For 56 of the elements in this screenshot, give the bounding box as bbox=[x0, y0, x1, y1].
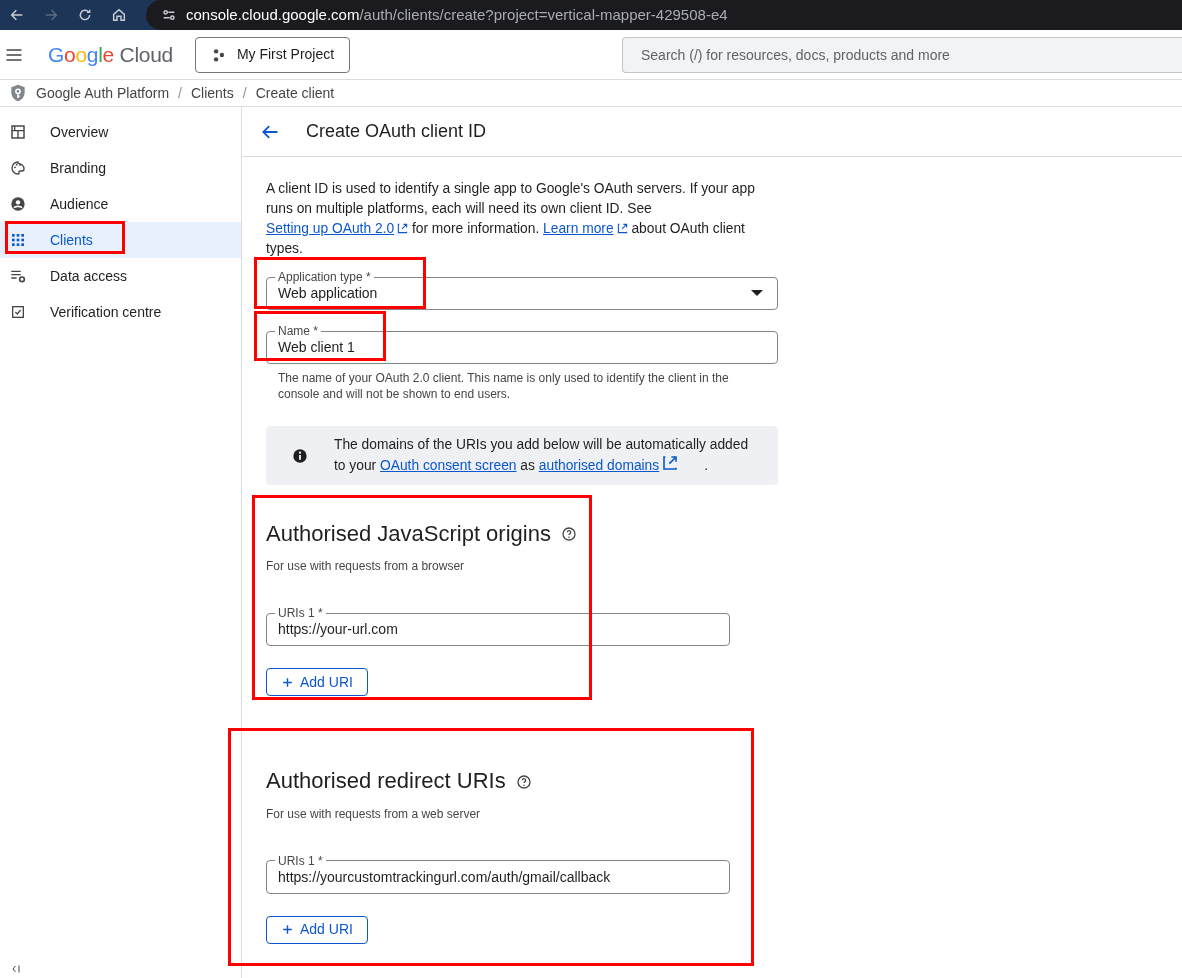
breadcrumb-separator: / bbox=[177, 83, 183, 103]
add-uri-button[interactable]: Add URI bbox=[266, 668, 368, 697]
sidebar-item[interactable]: Audience bbox=[0, 186, 241, 222]
intro-paragraph: A client ID is used to identify a single app to Google's OAuth servers. If your app runs on multiple platforms, each will need its own client ID. See Setting up OAuth 2.0 for more information. Learn more about OAuth client types. bbox=[266, 180, 756, 258]
helper-text: The name of your OAuth 2.0 client. This name is only used to identify the client in the console and will not be shown to end users. bbox=[277, 370, 730, 402]
page-title: Create OAuth client ID bbox=[306, 120, 487, 143]
text-link[interactable]: authorised domains bbox=[538, 458, 705, 473]
section-title: Authorised redirect URIs bbox=[266, 768, 506, 795]
text-input[interactable]: https://your-url.com bbox=[278, 619, 717, 640]
application-type-select[interactable]: Application type * Web application bbox=[266, 271, 778, 310]
text-input[interactable]: Web client 1 bbox=[278, 337, 765, 357]
home-icon[interactable] bbox=[111, 7, 127, 23]
text-link[interactable]: Learn more bbox=[543, 221, 628, 236]
sidebar-item[interactable]: Clients bbox=[0, 222, 241, 258]
shield-key-icon bbox=[8, 82, 28, 104]
checkbox-icon bbox=[10, 304, 26, 320]
search-field[interactable]: Search (/) for resources, docs, products and more bbox=[622, 36, 1182, 73]
dashboard-icon bbox=[10, 124, 26, 140]
info-text: The domains of the URIs you add below will be automatically added to your OAuth consent screen as authorised domains . bbox=[334, 436, 750, 475]
section-description: For use with requests from a browser bbox=[266, 558, 466, 576]
breadcrumb-link[interactable]: Create client bbox=[255, 82, 335, 104]
project-picker-button[interactable]: My First Project bbox=[194, 36, 351, 73]
help-icon[interactable] bbox=[560, 526, 577, 543]
dropdown-caret-icon bbox=[751, 290, 763, 296]
text-link[interactable]: OAuth consent screen bbox=[380, 458, 517, 473]
collapse-icon[interactable] bbox=[11, 963, 23, 975]
section-title: Authorised JavaScript origins bbox=[266, 521, 551, 548]
sidebar-item[interactable]: Data access bbox=[0, 258, 241, 294]
list-gear-icon bbox=[10, 268, 26, 284]
plus-icon bbox=[281, 923, 294, 937]
breadcrumb-separator: / bbox=[241, 83, 248, 103]
google-cloud-logo[interactable]: Google Cloud bbox=[48, 38, 173, 71]
section-description: For use with requests from a web server bbox=[266, 805, 482, 823]
back-icon[interactable] bbox=[9, 7, 25, 23]
external-link-icon bbox=[397, 223, 409, 234]
breadcrumb-link[interactable]: Google Auth Platform bbox=[36, 82, 170, 104]
reload-icon[interactable] bbox=[77, 7, 93, 23]
breadcrumb-link[interactable]: Clients bbox=[190, 82, 234, 104]
uri-field[interactable]: URIs 1 * https://yourcustomtrackingurl.com/auth/gmail/callback bbox=[266, 854, 730, 894]
uri-field[interactable]: URIs 1 * https://your-url.com bbox=[266, 607, 730, 647]
add-uri-button[interactable]: Add URI bbox=[266, 915, 368, 944]
external-link-icon bbox=[662, 455, 679, 471]
palette-icon bbox=[10, 160, 26, 176]
person-icon bbox=[10, 196, 26, 212]
sidebar-item[interactable]: Overview bbox=[0, 114, 241, 150]
sidebar-item[interactable]: Branding bbox=[0, 150, 241, 186]
grid-icon bbox=[10, 232, 26, 248]
sidebar-item[interactable]: Verification centre bbox=[0, 294, 241, 330]
plus-icon bbox=[281, 675, 294, 689]
info-icon bbox=[292, 447, 308, 464]
site-settings-icon[interactable] bbox=[161, 7, 177, 23]
name-field[interactable]: Name * Web client 1 bbox=[266, 325, 778, 364]
text-input[interactable]: https://yourcustomtrackingurl.com/auth/gmail/callback bbox=[278, 866, 717, 887]
external-link-icon bbox=[616, 223, 628, 234]
text-link[interactable]: Setting up OAuth 2.0 bbox=[266, 221, 409, 236]
help-icon[interactable] bbox=[515, 773, 532, 790]
